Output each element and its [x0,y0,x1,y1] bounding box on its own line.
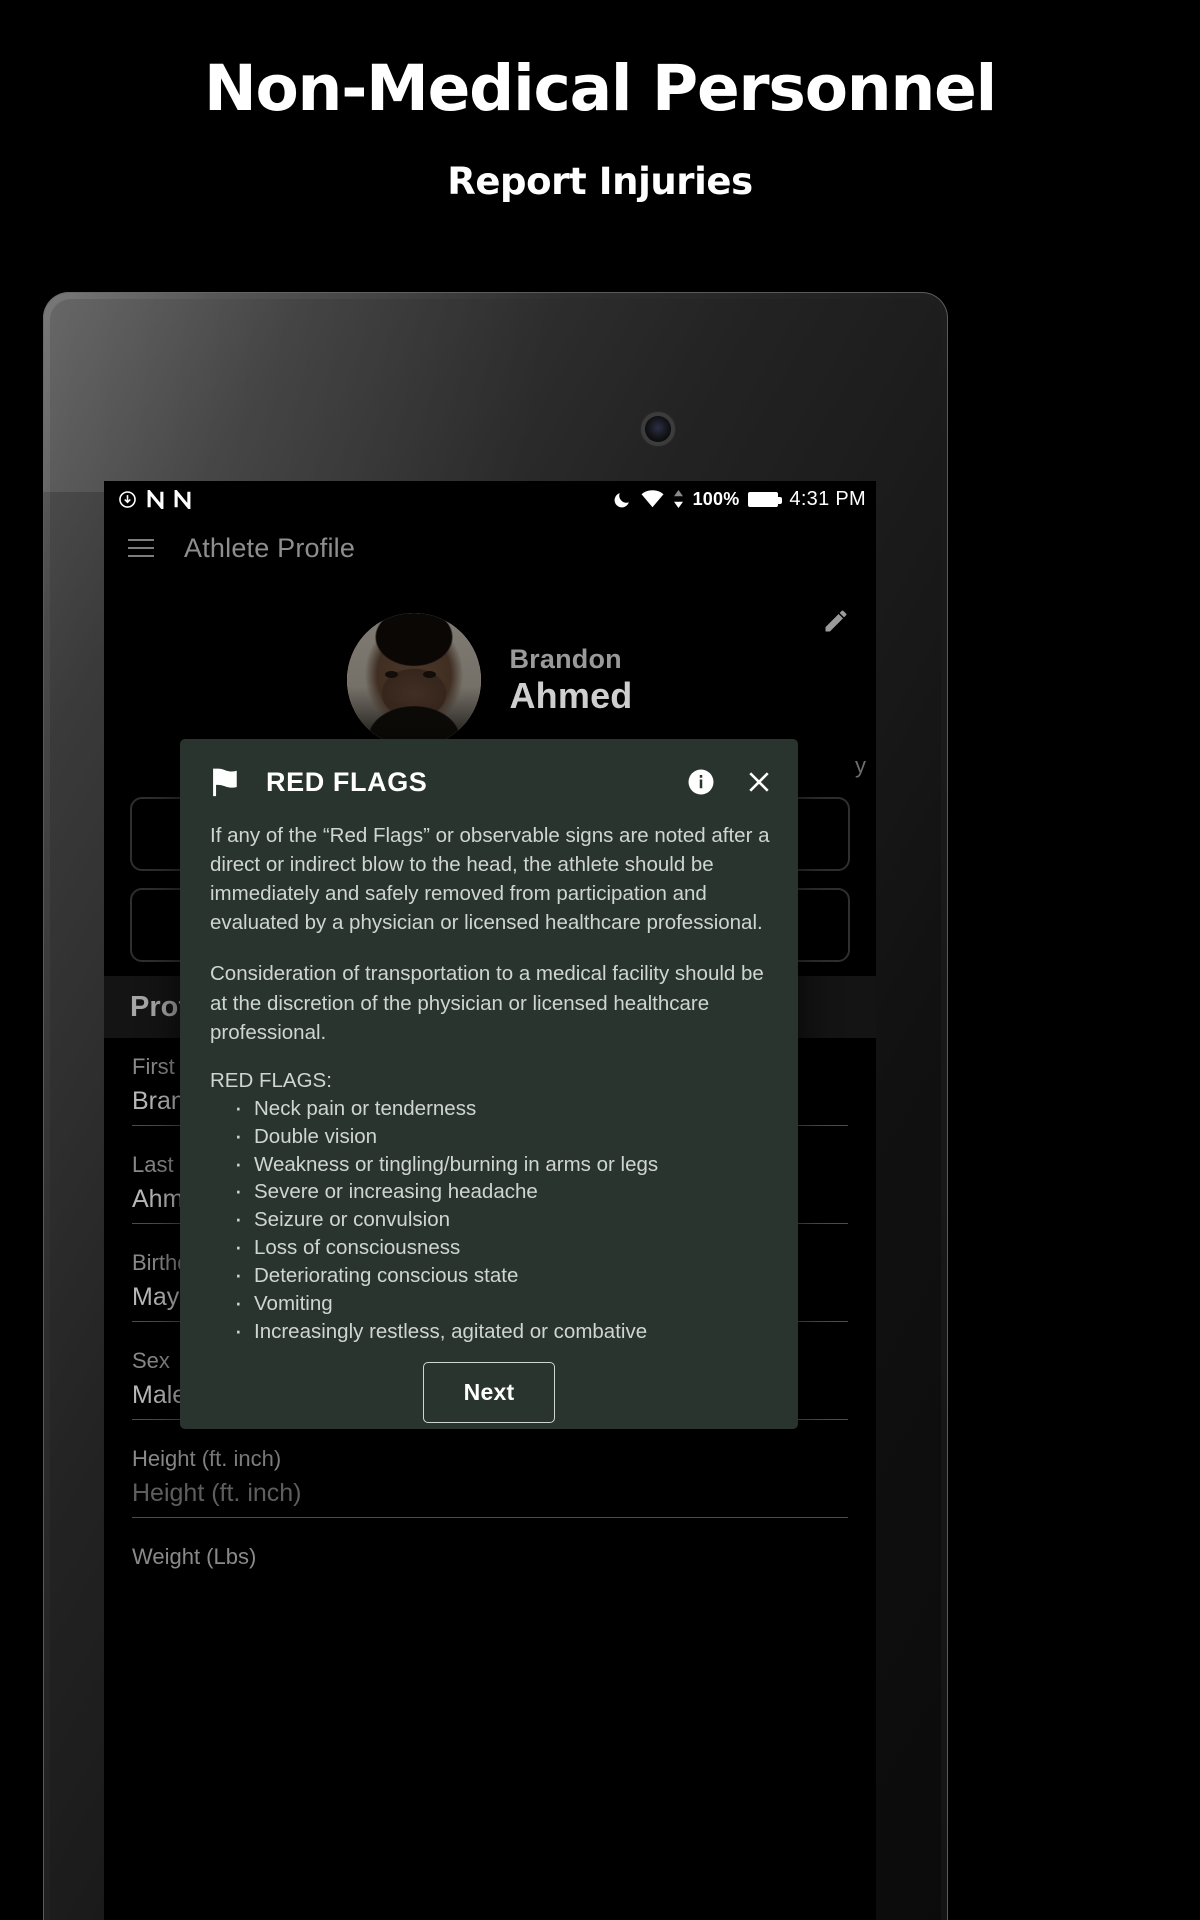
avatar [347,613,482,747]
status-bar-left-icons [118,489,191,509]
list-item: Deteriorating conscious state [232,1257,770,1292]
hamburger-menu-icon[interactable] [128,539,154,557]
page-title: Non-Medical Personnel [203,52,997,125]
close-x-icon[interactable] [744,767,774,797]
front-camera-icon [645,416,671,442]
dialog-list-title: RED FLAGS: [210,1068,332,1092]
list-item: Increasingly restless, agitated or comba… [232,1313,770,1348]
list-item: Seizure or convulsion [232,1201,770,1236]
profile-trailing-text: y [855,753,866,778]
list-item: Severe or increasing headache [232,1173,770,1208]
pencil-icon[interactable] [822,607,850,635]
dialog-paragraph: Consideration of transportation to a med… [210,962,764,1044]
field-label: Height (ft. inch) [132,1446,282,1471]
battery-full-icon [748,491,783,507]
battery-percent-label: 100% [692,488,740,509]
list-item: Double vision [232,1118,770,1153]
dialog-actions [686,767,774,797]
red-flags-list: Neck pain or tenderness Double vision We… [210,1090,770,1348]
dialog-header: RED FLAGS [180,739,798,807]
nfc-n-icon [174,489,191,509]
flag-icon [213,768,237,797]
status-bar-right-icons: 100% 4:31 PM [613,488,866,511]
app-bar: Athlete Profile [104,517,876,579]
profile-name-block: Brandon Ahmed [509,644,632,717]
device-screen: 100% 4:31 PM Athlete Profile Brandon Ahm… [104,481,876,1920]
promo-screenshot: Non-Medical Personnel Report Injuries 10… [0,0,1200,1920]
profile-first-name: Brandon [509,643,622,674]
data-transfer-icon [673,490,683,508]
profile-last-name: Ahmed [509,674,633,716]
red-flags-dialog: RED FLAGS If any of the “Red Flags” or o… [180,739,798,1429]
clock-label: 4:31 PM [789,487,866,510]
dialog-title: RED FLAGS [266,766,428,797]
list-item: Loss of consciousness [232,1229,770,1264]
app-bar-title: Athlete Profile [184,532,356,563]
status-bar: 100% 4:31 PM [104,481,876,517]
list-item: Vomiting [232,1285,770,1320]
form-field: Height (ft. inch) Height (ft. inch) [132,1446,848,1518]
field-value[interactable]: Height (ft. inch) [132,1479,848,1518]
nfc-n-icon [147,489,164,509]
list-item: Weakness or tingling/burning in arms or … [232,1146,770,1181]
info-circle-icon[interactable] [686,767,716,797]
field-label: Weight (Lbs) [132,1544,257,1569]
next-button[interactable]: Next [422,1361,556,1423]
dialog-footer: Next [180,1346,798,1429]
download-arrow-icon [119,490,136,508]
page-subtitle: Report Injuries [447,160,753,203]
dialog-paragraph: If any of the “Red Flags” or observable … [210,824,770,935]
moon-icon [614,492,629,507]
form-field: Weight (Lbs) [132,1544,848,1570]
list-item: Neck pain or tenderness [232,1090,770,1125]
avatar-photo [347,613,482,747]
dialog-body: If any of the “Red Flags” or observable … [180,807,798,1348]
wifi-icon [641,490,664,508]
